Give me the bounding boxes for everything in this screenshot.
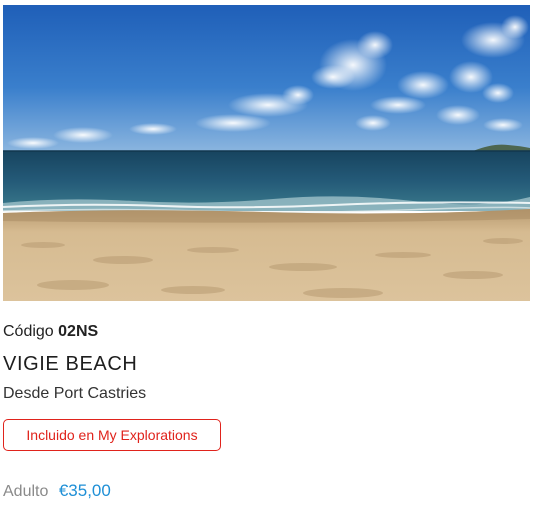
included-badge: Incluido en My Explorations (3, 419, 221, 451)
beach-photo-illustration (3, 5, 530, 301)
price-label: Adulto (3, 483, 49, 500)
excursion-code: Código 02NS (3, 322, 98, 342)
price-row: Adulto €35,00 (3, 480, 111, 502)
beach-photo[interactable] (3, 5, 530, 301)
excursion-title[interactable]: VIGIE BEACH (3, 352, 137, 376)
price-value: €35,00 (58, 481, 111, 500)
code-value: 02NS (58, 323, 99, 340)
code-label: Código (3, 323, 54, 340)
excursion-card: Código 02NS VIGIE BEACH Desde Port Castr… (0, 0, 540, 516)
departure-port: Desde Port Castries (3, 385, 147, 402)
